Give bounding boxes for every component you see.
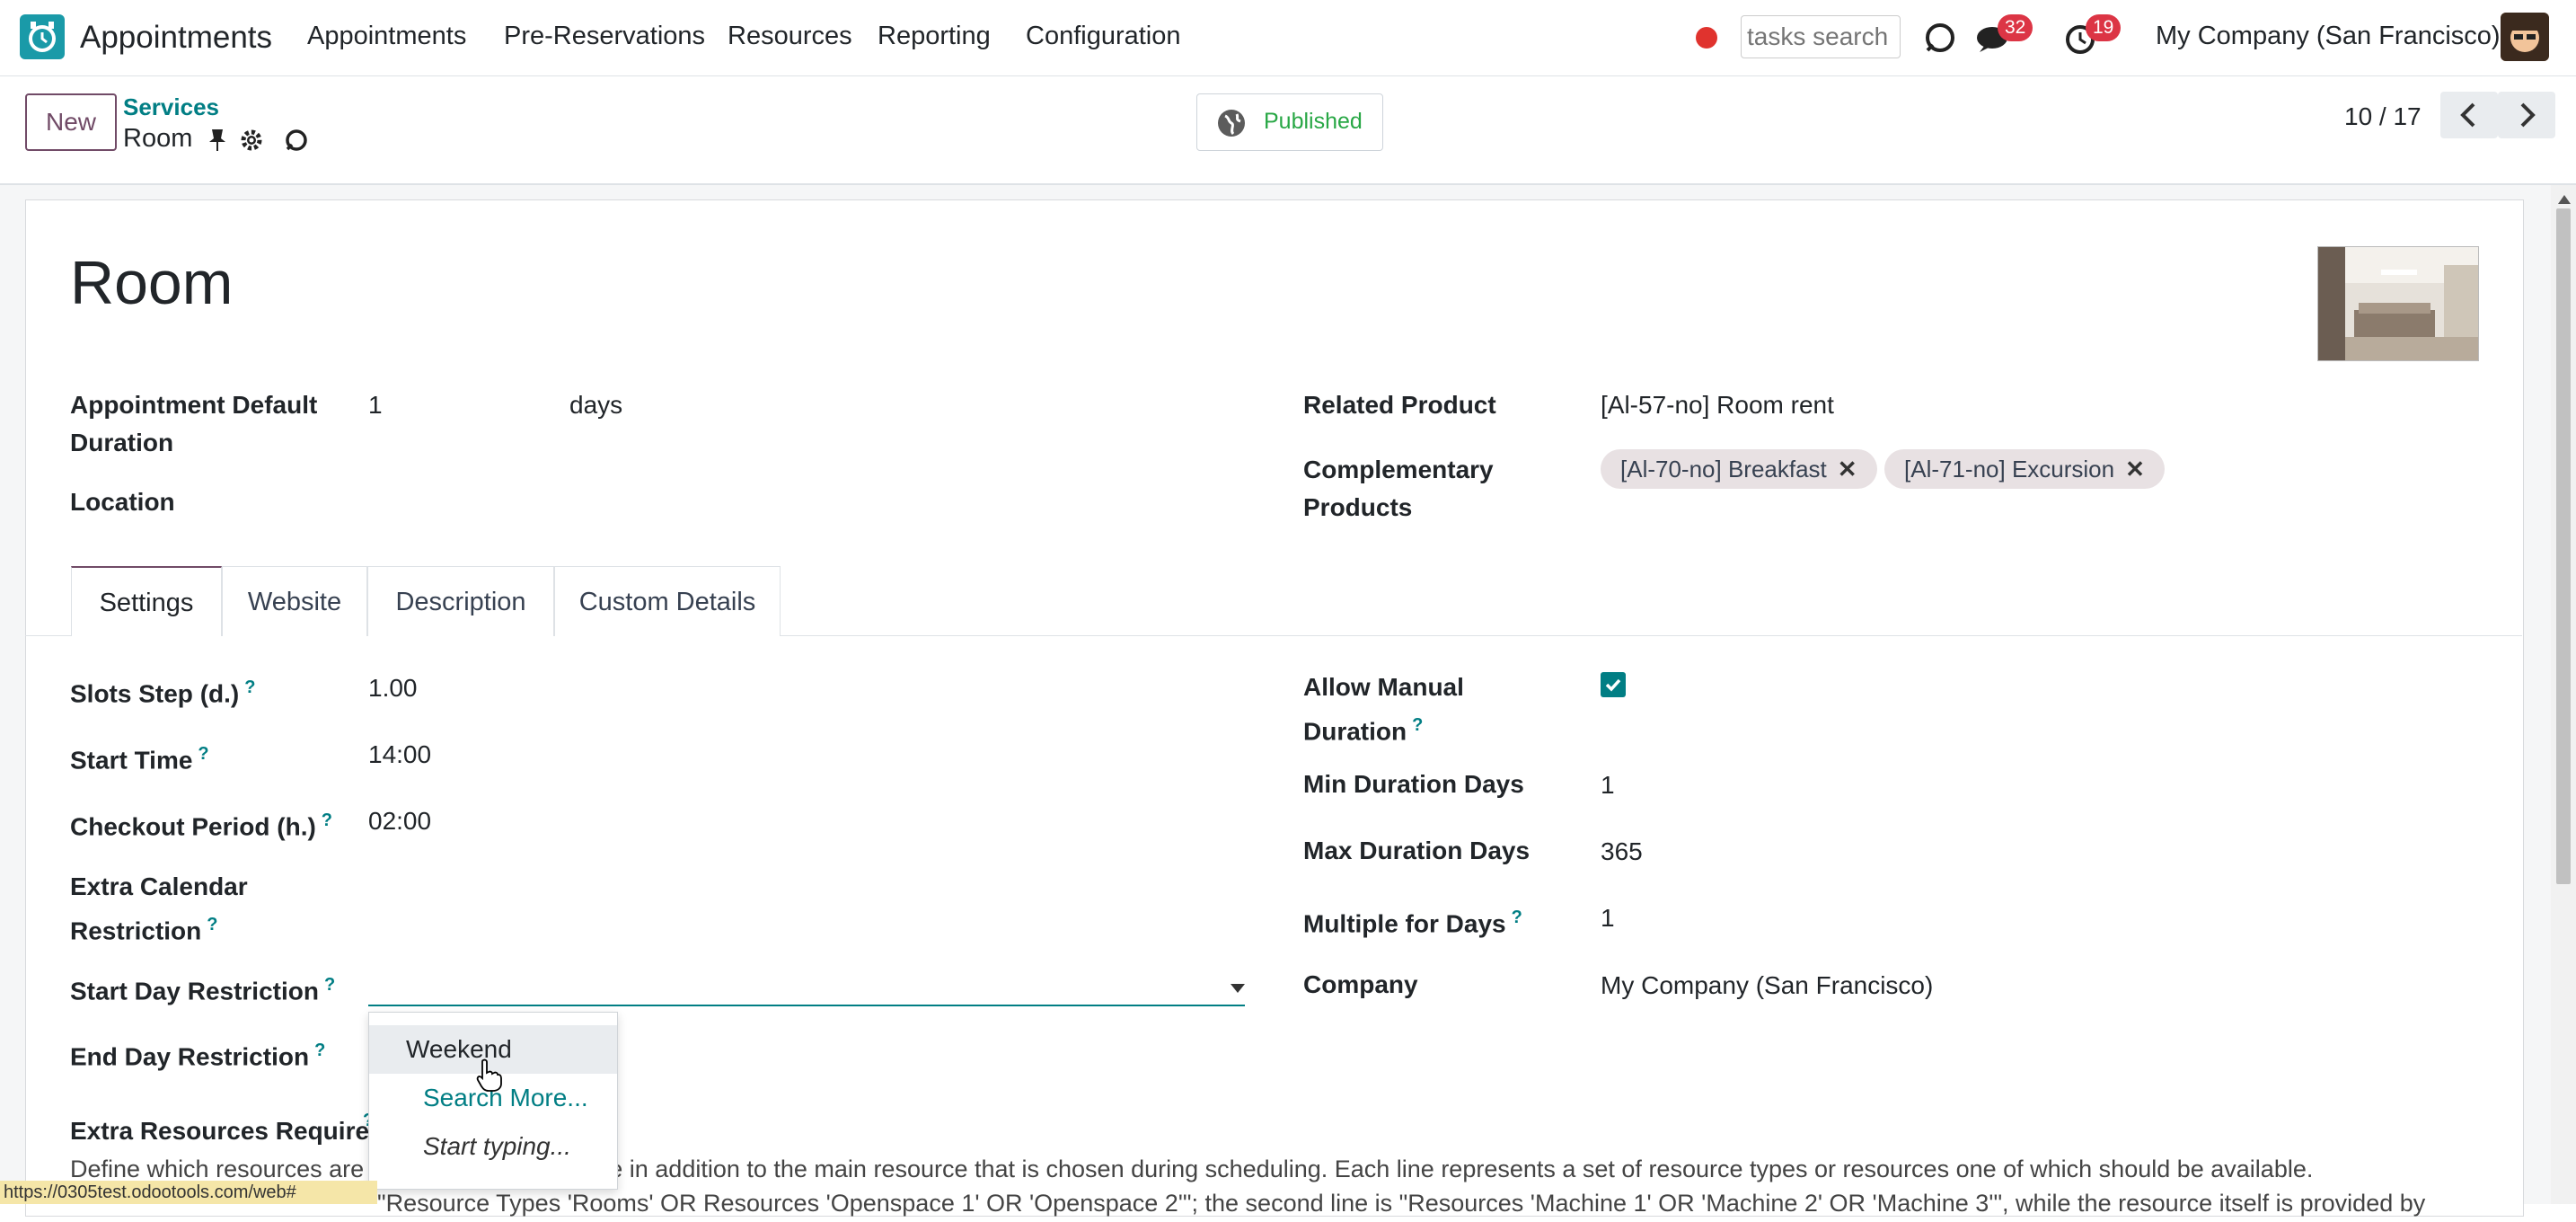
discard-changes-icon[interactable] — [284, 128, 309, 153]
related-product-label: Related Product — [1303, 391, 1496, 419]
max-duration-input[interactable]: 365 — [1601, 833, 1643, 871]
start-day-restriction-input[interactable] — [368, 963, 1245, 1006]
menu-resources[interactable]: Resources — [728, 22, 852, 51]
checkmark-icon — [1605, 678, 1621, 692]
messages-badge: 32 — [1998, 14, 2033, 41]
slots-step-input[interactable]: 1.00 — [368, 669, 418, 707]
start-time-label: Start Time? — [70, 744, 209, 775]
app-title[interactable]: Appointments — [80, 20, 272, 56]
extra-resources-description-continued: "Resource Types 'Rooms' OR Resources 'Op… — [377, 1190, 2426, 1217]
default-duration-label: Appointment Default Duration — [70, 391, 318, 456]
default-duration-unit[interactable]: days — [569, 386, 622, 424]
help-icon[interactable]: ? — [244, 677, 255, 697]
tasks-search-input[interactable] — [1741, 15, 1901, 58]
menu-configuration[interactable]: Configuration — [1026, 22, 1181, 51]
published-label: Published — [1264, 109, 1363, 134]
breadcrumb-current: Room — [123, 124, 193, 153]
chevron-left-icon — [2460, 102, 2475, 128]
company-switcher[interactable]: My Company (San Francisco) — [2156, 22, 2501, 51]
end-day-restriction-label: End Day Restriction? — [70, 1040, 326, 1071]
start-day-restriction-label: Start Day Restriction? — [70, 975, 336, 1005]
tab-description[interactable]: Description — [367, 566, 554, 636]
help-icon[interactable]: ? — [324, 975, 335, 995]
extra-calendar-label: Extra Calendar Restriction? — [70, 872, 248, 945]
company-label: Company — [1303, 970, 1418, 998]
allow-manual-duration-checkbox[interactable] — [1601, 672, 1626, 697]
pager-next-button[interactable] — [2498, 92, 2555, 138]
discuss-icon[interactable] — [1922, 20, 1958, 56]
complementary-tag[interactable]: [Al-70-no] Breakfast ✕ — [1601, 449, 1877, 489]
min-duration-input[interactable]: 1 — [1601, 766, 1615, 804]
published-button[interactable]: Published — [1196, 93, 1383, 151]
location-label: Location — [70, 488, 175, 516]
new-button[interactable]: New — [25, 93, 117, 151]
breadcrumb-services[interactable]: Services — [123, 93, 219, 121]
max-duration-label: Max Duration Days — [1303, 837, 1531, 864]
record-image[interactable] — [2317, 246, 2479, 361]
default-duration-input[interactable]: 1 — [368, 386, 383, 424]
min-duration-label: Min Duration Days — [1303, 770, 1524, 798]
link-status-bar: https://0305test.odootools.com/web# — [0, 1181, 377, 1204]
allow-manual-duration-label: Allow Manual Duration? — [1303, 673, 1464, 746]
related-product-field[interactable]: [Al-57-no] Room rent — [1601, 386, 1834, 424]
user-avatar[interactable] — [2501, 13, 2549, 61]
dropdown-start-typing-hint: Start typing... — [423, 1132, 571, 1160]
help-icon[interactable]: ? — [322, 810, 332, 830]
tag-label: [Al-70-no] Breakfast — [1620, 456, 1827, 483]
record-title[interactable]: Room — [70, 248, 233, 318]
tab-custom-details[interactable]: Custom Details — [554, 566, 781, 636]
help-icon[interactable]: ? — [207, 915, 217, 934]
scroll-up-arrow-icon[interactable] — [2558, 192, 2571, 208]
multiple-for-days-label: Multiple for Days? — [1303, 908, 1522, 938]
start-time-input[interactable]: 14:00 — [368, 736, 431, 774]
hand-cursor-icon — [476, 1058, 503, 1093]
help-icon[interactable]: ? — [198, 744, 208, 764]
checkout-period-input[interactable]: 02:00 — [368, 802, 431, 840]
remove-tag-icon[interactable]: ✕ — [2125, 456, 2145, 483]
pin-icon[interactable] — [207, 128, 228, 153]
globe-icon — [1217, 109, 1246, 137]
pager-previous-button[interactable] — [2440, 92, 2498, 138]
help-icon[interactable]: ? — [314, 1040, 325, 1060]
autocomplete-dropdown: Weekend Search More... Start typing... — [368, 1012, 618, 1190]
control-panel: New Services Room Published 10 / 17 — [0, 77, 2576, 185]
menu-pre-reservations[interactable]: Pre-Reservations — [504, 22, 705, 51]
chevron-right-icon — [2520, 102, 2536, 128]
caret-down-icon[interactable] — [1231, 981, 1245, 997]
tab-website[interactable]: Website — [222, 566, 367, 636]
top-navbar: Appointments Appointments Pre-Reservatio… — [0, 0, 2576, 76]
slots-step-label: Slots Step (d.)? — [70, 677, 256, 708]
complementary-products-label: Complementary Products — [1303, 456, 1494, 521]
checkout-period-label: Checkout Period (h.)? — [70, 810, 333, 841]
complementary-tag[interactable]: [Al-71-no] Excursion ✕ — [1884, 449, 2165, 489]
gear-icon[interactable] — [239, 128, 264, 153]
recording-indicator-icon[interactable] — [1696, 27, 1717, 49]
menu-appointments[interactable]: Appointments — [307, 22, 466, 51]
extra-resources-label: Extra Resources Required — [70, 1117, 385, 1145]
app-logo-icon[interactable] — [20, 14, 65, 59]
help-icon[interactable]: ? — [1512, 908, 1522, 927]
help-icon[interactable]: ? — [1412, 715, 1423, 735]
company-field[interactable]: My Company (San Francisco) — [1601, 967, 1933, 1005]
menu-reporting[interactable]: Reporting — [878, 22, 991, 51]
remove-tag-icon[interactable]: ✕ — [1838, 456, 1857, 483]
scrollbar-thumb[interactable] — [2556, 208, 2571, 884]
pager-value[interactable]: 10 / 17 — [2344, 102, 2422, 131]
tag-label: [Al-71-no] Excursion — [1904, 456, 2115, 483]
tab-settings[interactable]: Settings — [71, 566, 222, 636]
multiple-for-days-input[interactable]: 1 — [1601, 899, 1615, 937]
activities-badge: 19 — [2086, 14, 2122, 41]
